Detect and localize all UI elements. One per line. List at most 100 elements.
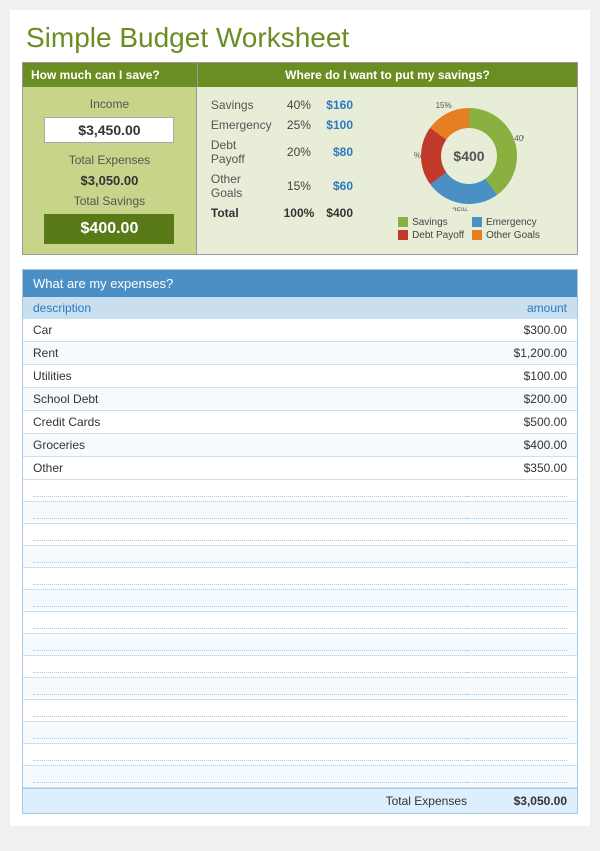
chart-legend: Savings Emergency Debt Payoff Other Goal… [398, 217, 540, 241]
chart-area: 40%25%20%15% $400 Savings Emergency Debt… [369, 95, 569, 246]
svg-text:25%: 25% [452, 206, 468, 211]
empty-desc-cell[interactable] [33, 528, 467, 541]
left-panel: Income $3,450.00 Total Expenses $3,050.0… [23, 87, 197, 254]
empty-desc-cell[interactable] [33, 638, 467, 651]
expense-desc[interactable]: School Debt [33, 392, 467, 406]
legend-dot [398, 217, 408, 227]
empty-amt-cell[interactable] [467, 506, 567, 519]
empty-row[interactable] [23, 678, 577, 700]
expenses-section: What are my expenses? description amount… [22, 269, 578, 814]
empty-desc-cell[interactable] [33, 660, 467, 673]
empty-desc-cell[interactable] [33, 594, 467, 607]
empty-row[interactable] [23, 656, 577, 678]
empty-rows [23, 480, 577, 788]
top-body: Income $3,450.00 Total Expenses $3,050.0… [23, 87, 577, 254]
header-right: Where do I want to put my savings? [198, 63, 577, 87]
empty-amt-cell[interactable] [467, 704, 567, 717]
expense-amt[interactable]: $500.00 [467, 415, 567, 429]
empty-row[interactable] [23, 502, 577, 524]
expense-amt[interactable]: $300.00 [467, 323, 567, 337]
svg-text:40%: 40% [514, 133, 524, 142]
empty-desc-cell[interactable] [33, 550, 467, 563]
legend-item: Other Goals [472, 230, 540, 241]
empty-row[interactable] [23, 612, 577, 634]
savings-pct: 100% [278, 203, 321, 223]
legend-label: Savings [412, 217, 448, 228]
expense-desc[interactable]: Car [33, 323, 467, 337]
empty-amt-cell[interactable] [467, 572, 567, 585]
footer-total-label: Total Expenses [386, 794, 467, 808]
expenses-header: What are my expenses? [23, 270, 577, 297]
empty-row[interactable] [23, 766, 577, 788]
table-row: Utilities $100.00 [23, 365, 577, 388]
empty-amt-cell[interactable] [467, 748, 567, 761]
income-value[interactable]: $3,450.00 [44, 117, 174, 143]
empty-row[interactable] [23, 568, 577, 590]
savings-category: Other Goals [205, 169, 278, 203]
total-footer: Total Expenses $3,050.00 [23, 788, 577, 813]
expense-amt[interactable]: $200.00 [467, 392, 567, 406]
legend-label: Other Goals [486, 230, 540, 241]
savings-amt: $160 [320, 95, 359, 115]
legend-label: Emergency [486, 217, 537, 228]
empty-amt-cell[interactable] [467, 594, 567, 607]
savings-row: Total 100% $400 [205, 203, 359, 223]
empty-row[interactable] [23, 546, 577, 568]
savings-category: Emergency [205, 115, 278, 135]
svg-text:20%: 20% [414, 151, 421, 160]
svg-text:15%: 15% [436, 101, 452, 110]
legend-dot [398, 230, 408, 240]
empty-desc-cell[interactable] [33, 748, 467, 761]
empty-amt-cell[interactable] [467, 770, 567, 783]
empty-amt-cell[interactable] [467, 616, 567, 629]
empty-desc-cell[interactable] [33, 682, 467, 695]
empty-row[interactable] [23, 480, 577, 502]
empty-desc-cell[interactable] [33, 616, 467, 629]
savings-category: Total [205, 203, 278, 223]
empty-desc-cell[interactable] [33, 770, 467, 783]
expense-amt[interactable]: $400.00 [467, 438, 567, 452]
table-row: Car $300.00 [23, 319, 577, 342]
legend-item: Savings [398, 217, 466, 228]
donut-chart: 40%25%20%15% $400 [414, 101, 524, 211]
savings-allocation-table: Savings 40% $160 Emergency 25% $100 Debt… [205, 95, 359, 246]
empty-desc-cell[interactable] [33, 484, 467, 497]
empty-amt-cell[interactable] [467, 528, 567, 541]
savings-pct: 25% [278, 115, 321, 135]
page: Simple Budget Worksheet How much can I s… [10, 10, 590, 826]
expense-desc[interactable]: Groceries [33, 438, 467, 452]
empty-row[interactable] [23, 524, 577, 546]
empty-row[interactable] [23, 700, 577, 722]
savings-amt: $400 [320, 203, 359, 223]
empty-amt-cell[interactable] [467, 682, 567, 695]
savings-row: Other Goals 15% $60 [205, 169, 359, 203]
empty-amt-cell[interactable] [467, 726, 567, 739]
empty-row[interactable] [23, 590, 577, 612]
savings-pct: 40% [278, 95, 321, 115]
empty-amt-cell[interactable] [467, 484, 567, 497]
empty-row[interactable] [23, 722, 577, 744]
total-savings-label: Total Savings [74, 194, 145, 208]
empty-amt-cell[interactable] [467, 550, 567, 563]
empty-row[interactable] [23, 744, 577, 766]
donut-segment [430, 172, 497, 204]
empty-desc-cell[interactable] [33, 726, 467, 739]
expense-desc[interactable]: Other [33, 461, 467, 475]
expense-rows: Car $300.00 Rent $1,200.00 Utilities $10… [23, 319, 577, 480]
expense-amt[interactable]: $100.00 [467, 369, 567, 383]
expense-amt[interactable]: $350.00 [467, 461, 567, 475]
legend-item: Emergency [472, 217, 540, 228]
empty-desc-cell[interactable] [33, 506, 467, 519]
expense-desc[interactable]: Credit Cards [33, 415, 467, 429]
empty-amt-cell[interactable] [467, 638, 567, 651]
empty-desc-cell[interactable] [33, 704, 467, 717]
empty-amt-cell[interactable] [467, 660, 567, 673]
empty-row[interactable] [23, 634, 577, 656]
table-row: Groceries $400.00 [23, 434, 577, 457]
page-title: Simple Budget Worksheet [22, 22, 578, 54]
expense-desc[interactable]: Rent [33, 346, 467, 360]
empty-desc-cell[interactable] [33, 572, 467, 585]
header-left: How much can I save? [23, 63, 198, 87]
expense-desc[interactable]: Utilities [33, 369, 467, 383]
expense-amt[interactable]: $1,200.00 [467, 346, 567, 360]
